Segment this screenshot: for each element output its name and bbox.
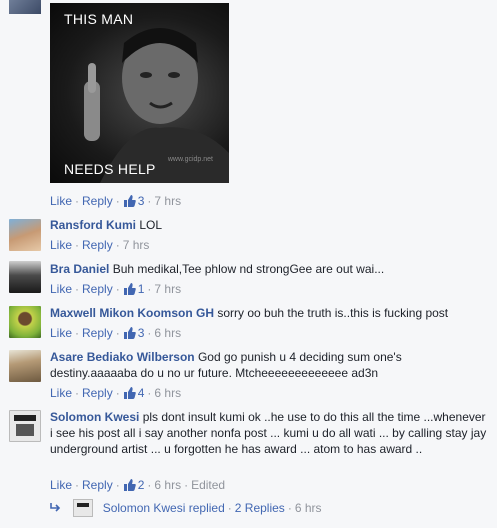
like-link[interactable]: Like — [50, 326, 72, 340]
commenter-name[interactable]: Bra Daniel — [50, 262, 109, 276]
avatar[interactable] — [9, 306, 41, 338]
reply-link[interactable]: Reply — [82, 194, 113, 208]
edited-label[interactable]: Edited — [191, 478, 225, 492]
comment-text: sorry oo buh the truth is..this is fucki… — [217, 306, 449, 320]
comment-actions: Like · Reply · 2 · 6 hrs · Edited — [50, 478, 226, 492]
timestamp[interactable]: 7 hrs — [154, 282, 181, 296]
thumbs-up-icon — [123, 479, 136, 491]
commenter-name[interactable]: Asare Bediako Wilberson — [50, 350, 195, 364]
like-link[interactable]: Like — [50, 478, 72, 492]
avatar[interactable] — [9, 410, 41, 442]
reply-link[interactable]: Reply — [82, 326, 113, 340]
comment-body: Ransford Kumi LOL — [50, 217, 162, 233]
comment-body: Solomon Kwesi pls dont insult kumi ok ..… — [50, 409, 490, 457]
thumbs-up-icon — [123, 387, 136, 399]
commenter-name[interactable]: Ransford Kumi — [50, 218, 136, 232]
meme-watermark: www.gcidp.net — [167, 156, 213, 163]
meme-image[interactable]: THIS MAN NEEDS HELP www.gcidp.net — [50, 3, 229, 183]
comment-actions: Like · Reply · 4 · 6 hrs — [50, 386, 182, 400]
post-author-avatar[interactable] — [9, 0, 41, 14]
comment-text: Buh medikal,Tee phlow nd strongGee are o… — [112, 262, 385, 276]
comment-actions: Like · Reply · 7 hrs — [50, 238, 150, 252]
reply-link[interactable]: Reply — [82, 238, 113, 252]
comment-body: Maxwell Mikon Koomson GH sorry oo buh th… — [50, 305, 448, 321]
reply-author-avatar[interactable] — [73, 499, 94, 517]
like-link[interactable]: Like — [50, 194, 72, 208]
meme-caption-bottom: NEEDS HELP — [64, 161, 156, 177]
commenter-name[interactable]: Maxwell Mikon Koomson GH — [50, 306, 214, 320]
reaction-count[interactable]: 1 — [138, 282, 145, 296]
thumbs-up-icon — [123, 283, 136, 295]
image-post-actions: Like · Reply · 3 · 7 hrs — [50, 194, 182, 208]
avatar[interactable] — [9, 261, 41, 293]
thumbs-up-icon — [123, 195, 136, 207]
timestamp[interactable]: 6 hrs — [154, 326, 181, 340]
avatar[interactable] — [9, 219, 41, 251]
reaction-count[interactable]: 2 — [138, 478, 145, 492]
avatar[interactable] — [9, 350, 41, 382]
like-link[interactable]: Like — [50, 386, 72, 400]
replies-count-link[interactable]: 2 Replies — [235, 501, 285, 515]
reply-link[interactable]: Reply — [82, 282, 113, 296]
commenter-name[interactable]: Solomon Kwesi — [50, 410, 139, 424]
reaction-count[interactable]: 3 — [138, 194, 145, 208]
like-link[interactable]: Like — [50, 238, 72, 252]
comment-body: Asare Bediako Wilberson God go punish u … — [50, 349, 470, 381]
reply-link[interactable]: Reply — [82, 386, 113, 400]
like-link[interactable]: Like — [50, 282, 72, 296]
timestamp: 6 hrs — [294, 501, 322, 515]
timestamp[interactable]: 7 hrs — [123, 238, 150, 252]
replier-name[interactable]: Solomon Kwesi — [103, 501, 186, 515]
reply-arrow-icon — [50, 503, 61, 512]
comment-body: Bra Daniel Buh medikal,Tee phlow nd stro… — [50, 261, 384, 277]
reaction-count[interactable]: 4 — [138, 386, 145, 400]
timestamp[interactable]: 7 hrs — [154, 194, 181, 208]
comment-text: LOL — [139, 218, 163, 232]
timestamp[interactable]: 6 hrs — [154, 386, 181, 400]
comment-actions: Like · Reply · 3 · 6 hrs — [50, 326, 182, 340]
comment-actions: Like · Reply · 1 · 7 hrs — [50, 282, 182, 296]
replies-summary[interactable]: Solomon Kwesi replied · 2 Replies · 6 hrs — [50, 499, 322, 517]
reply-link[interactable]: Reply — [82, 478, 113, 492]
thumbs-up-icon — [123, 327, 136, 339]
reaction-count[interactable]: 3 — [138, 326, 145, 340]
timestamp[interactable]: 6 hrs — [154, 478, 181, 492]
replied-label[interactable]: replied — [189, 501, 225, 515]
